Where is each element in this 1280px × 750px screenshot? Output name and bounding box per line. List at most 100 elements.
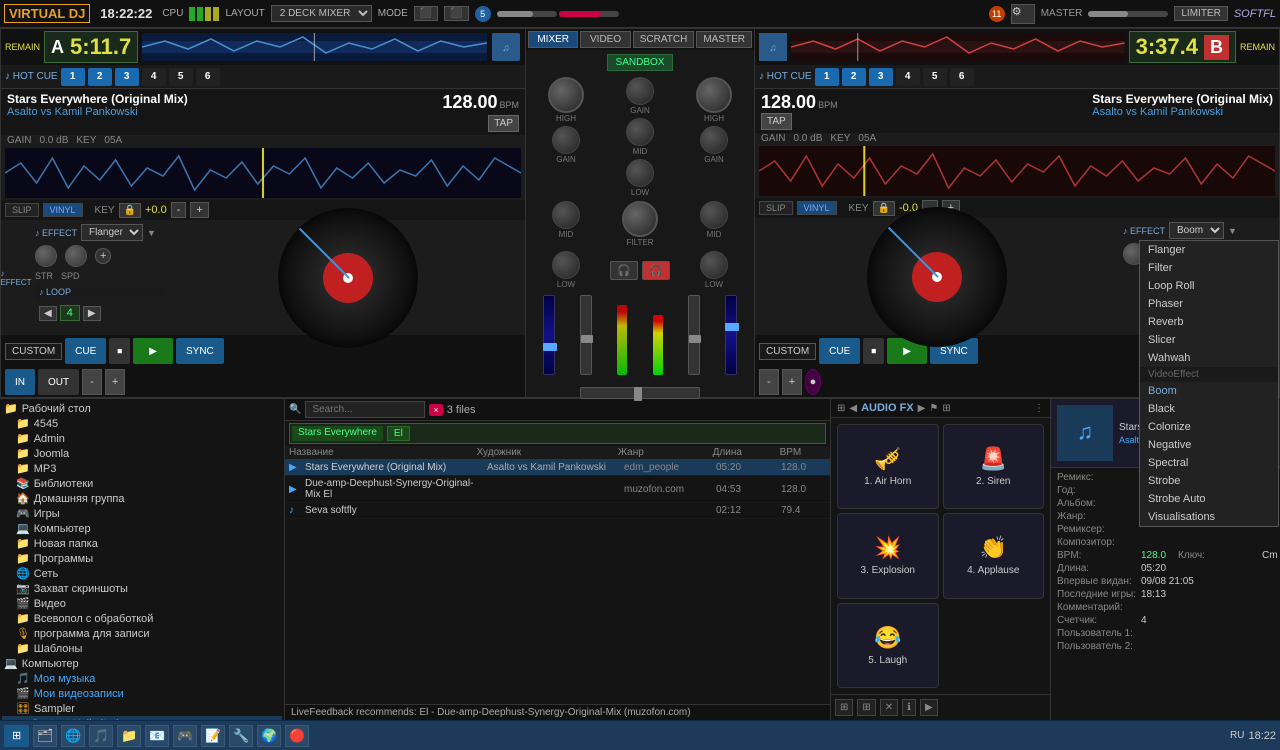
deck-a-hotcue-5[interactable]: 5: [169, 68, 193, 86]
tree-item-libraries[interactable]: 📚 Библиотеки: [2, 476, 282, 491]
channel-a-pitch-fader[interactable]: [580, 295, 592, 375]
master-slider-2[interactable]: [559, 11, 619, 17]
deck-a-key-lock[interactable]: 🔒: [119, 203, 141, 218]
deck-b-minus-pitch[interactable]: -: [759, 369, 779, 395]
channel-a-fader[interactable]: [543, 295, 555, 375]
tree-item-computer-2[interactable]: 💻 Компьютер: [2, 656, 282, 671]
deck-a-pitch-down[interactable]: -: [82, 369, 102, 395]
effect-item-boom[interactable]: Boom: [1140, 382, 1278, 400]
scratch-button[interactable]: SCRATCH: [633, 31, 695, 48]
deck-a-in-button[interactable]: IN: [5, 369, 35, 395]
channel-a-high-knob[interactable]: [548, 77, 584, 113]
start-button[interactable]: ⊞: [4, 725, 29, 747]
tree-item-video[interactable]: 🎬 Видео: [2, 596, 282, 611]
deck-a-hotcue-2[interactable]: 2: [88, 68, 112, 86]
tree-item-mp3[interactable]: 📁 MP3: [2, 461, 282, 476]
taskbar-icon-app5[interactable]: 📝: [201, 725, 225, 747]
fx-grid2-icon[interactable]: ⊞: [942, 403, 950, 414]
effect-item-filter[interactable]: Filter: [1140, 259, 1278, 277]
deck-b-vinyl-button[interactable]: VINYL: [797, 201, 837, 215]
grid-icon[interactable]: ⊞: [837, 403, 845, 414]
effect-item-looproll[interactable]: Loop Roll: [1140, 277, 1278, 295]
deck-a-minus-btn[interactable]: -: [171, 202, 187, 218]
taskbar-icon-browser[interactable]: 🌐: [61, 725, 85, 747]
effect-item-colonize[interactable]: Colonize: [1140, 418, 1278, 436]
tree-item-games[interactable]: 🎮 Игры: [2, 506, 282, 521]
channel-b-fader[interactable]: [725, 295, 737, 375]
fx-flag-icon[interactable]: ⚑: [929, 403, 938, 414]
deck-a-effect-knob-1[interactable]: [35, 245, 57, 267]
deck-b-hotcue-6[interactable]: 6: [950, 68, 974, 86]
master-slider[interactable]: [497, 11, 557, 17]
deck-a-plus-btn[interactable]: +: [190, 202, 208, 218]
deck-b-hotcue-3[interactable]: 3: [869, 68, 893, 86]
tree-item-newfolder[interactable]: 📁 Новая папка: [2, 536, 282, 551]
fx-grid-btn[interactable]: ⊞: [857, 699, 875, 716]
deck-b-custom-label[interactable]: CUSTOM: [759, 343, 816, 360]
channel-b-pitch-fader[interactable]: [688, 295, 700, 375]
mode-button-2[interactable]: ⬛: [444, 6, 468, 21]
track-row-3[interactable]: ♪ Seva softfly 02:12 79.4: [285, 503, 830, 519]
taskbar-icon-app2[interactable]: 📁: [117, 725, 141, 747]
tree-item-homegroup[interactable]: 🏠 Домашняя группа: [2, 491, 282, 506]
effect-item-phaser[interactable]: Phaser: [1140, 295, 1278, 313]
crossfader[interactable]: [580, 387, 700, 399]
deck-a-tap-button[interactable]: TAP: [488, 115, 519, 132]
track-row-1[interactable]: ▶ Stars Everywhere (Original Mix) Asalto…: [285, 460, 830, 476]
channel-b-high-knob[interactable]: [696, 77, 732, 113]
tree-item-myvideo[interactable]: 🎬 Мои видеозаписи: [2, 686, 282, 701]
deck-b-hotcue-2[interactable]: 2: [842, 68, 866, 86]
deck-b-effect-select[interactable]: Boom: [1169, 222, 1224, 239]
ch-b-low-knob[interactable]: [700, 251, 728, 279]
mixer-low-knob[interactable]: [626, 159, 654, 187]
tree-item-mymusic[interactable]: 🎵 Моя музыка: [2, 671, 282, 686]
taskbar-icon-explorer[interactable]: 🗂: [33, 725, 57, 747]
effect-item-reverb[interactable]: Reverb: [1140, 313, 1278, 331]
deck-b-cue-button[interactable]: CUE: [819, 338, 860, 364]
deck-b-plus-pitch[interactable]: +: [782, 369, 802, 395]
deck-a-stop-button[interactable]: ⏹: [109, 338, 130, 364]
deck-a-play-button[interactable]: ▶: [133, 338, 173, 364]
headphone-a-btn[interactable]: 🎧: [610, 261, 638, 280]
fx-info-btn[interactable]: ℹ: [902, 699, 916, 716]
tree-item-screenshots[interactable]: 📷 Захват скриншоты: [2, 581, 282, 596]
taskbar-icon-app7[interactable]: 🌍: [257, 725, 281, 747]
track-row-2[interactable]: ▶ Due-amp-Deephust-Synergy-Original-Mix …: [285, 476, 830, 503]
tree-item-desktop[interactable]: 📁 Рабочий стол: [2, 401, 282, 416]
mixer-mid-knob[interactable]: [626, 118, 654, 146]
prev-icon[interactable]: ◀: [849, 403, 857, 414]
taskbar-icon-app3[interactable]: 📧: [145, 725, 169, 747]
video-button[interactable]: VIDEO: [580, 31, 630, 48]
deck-a-hotcue-4[interactable]: 4: [142, 68, 166, 86]
tree-item-joomla[interactable]: 📁 Joomla: [2, 446, 282, 461]
deck-a-hotcue-1[interactable]: 1: [61, 68, 85, 86]
master-button[interactable]: MASTER: [696, 31, 752, 48]
ch-a-mid-knob[interactable]: [552, 201, 580, 229]
deck-a-effect-knob-2[interactable]: [65, 245, 87, 267]
deck-a-effect-expand-icon[interactable]: ▼: [147, 228, 156, 238]
tree-item-templates[interactable]: 📁 Шаблоны: [2, 641, 282, 656]
fx-item-applause[interactable]: 👏 4. Applause: [943, 513, 1045, 598]
effect-item-black[interactable]: Black: [1140, 400, 1278, 418]
sandbox-button[interactable]: SANDBOX: [607, 54, 674, 71]
mixer-button[interactable]: MIXER: [528, 31, 578, 48]
deck-b-slip-button[interactable]: SLIP: [759, 201, 793, 215]
mode-button[interactable]: ⬛: [414, 6, 438, 21]
effect-item-slicer[interactable]: Slicer: [1140, 331, 1278, 349]
deck-a-sync-button[interactable]: SYNC: [176, 338, 224, 364]
deck-b-vinyl-disk[interactable]: [867, 207, 1007, 347]
fx-arrow-btn[interactable]: ▶: [920, 699, 938, 716]
fx-remove-btn[interactable]: ✕: [880, 699, 898, 716]
effect-item-visualisations[interactable]: Visualisations: [1140, 508, 1278, 526]
mixer-gain-a-knob[interactable]: [626, 77, 654, 105]
headphone-b-btn[interactable]: 🎧: [642, 261, 670, 280]
ch-b-mid-knob[interactable]: [700, 201, 728, 229]
search-input[interactable]: [305, 401, 425, 418]
fx-item-siren[interactable]: 🚨 2. Siren: [943, 424, 1045, 509]
deck-a-loop-next[interactable]: ▶: [83, 306, 101, 321]
deck-b-key-lock[interactable]: 🔒: [873, 201, 895, 216]
play-icon[interactable]: ▶: [918, 403, 926, 414]
deck-a-hotcue-3[interactable]: 3: [115, 68, 139, 86]
ch-a-low-knob[interactable]: [552, 251, 580, 279]
deck-a-loop-prev[interactable]: ◀: [39, 306, 57, 321]
